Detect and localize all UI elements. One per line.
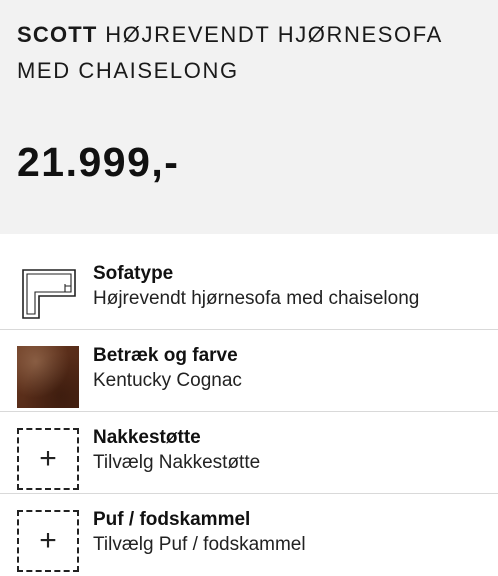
option-title: Puf / fodskammel — [93, 509, 251, 530]
option-cover-color[interactable]: Betræk og farve Kentucky Cognac — [0, 330, 498, 412]
plus-icon: + — [39, 442, 57, 475]
option-title: Nakkestøtte — [93, 427, 201, 448]
configuration-list: Sofatype Højrevendt hjørnesofa med chais… — [0, 248, 498, 576]
option-title: Sofatype — [93, 263, 174, 284]
option-footstool[interactable]: + Puf / fodskammel Tilvælg Puf / fodskam… — [0, 494, 498, 576]
product-title: SCOTT HØJREVENDT HJØRNESOFA MED CHAISELO… — [17, 17, 487, 89]
product-brand: SCOTT — [17, 22, 98, 47]
add-footstool-button[interactable]: + — [17, 510, 79, 572]
product-price: 21.999,- — [17, 139, 180, 185]
option-value: Tilvælg Puf / fodskammel — [93, 534, 306, 555]
option-title: Betræk og farve — [93, 345, 238, 366]
option-sofatype[interactable]: Sofatype Højrevendt hjørnesofa med chais… — [0, 248, 498, 330]
option-value: Tilvælg Nakkestøtte — [93, 452, 261, 473]
option-value: Kentucky Cognac — [93, 370, 242, 391]
option-headrest[interactable]: + Nakkestøtte Tilvælg Nakkestøtte — [0, 412, 498, 494]
option-value: Højrevendt hjørnesofa med chaiselong — [93, 288, 420, 309]
leather-swatch — [17, 346, 79, 408]
product-header: SCOTT HØJREVENDT HJØRNESOFA MED CHAISELO… — [0, 0, 498, 234]
add-headrest-button[interactable]: + — [17, 428, 79, 490]
plus-icon: + — [39, 524, 57, 557]
corner-sofa-icon — [17, 264, 79, 326]
